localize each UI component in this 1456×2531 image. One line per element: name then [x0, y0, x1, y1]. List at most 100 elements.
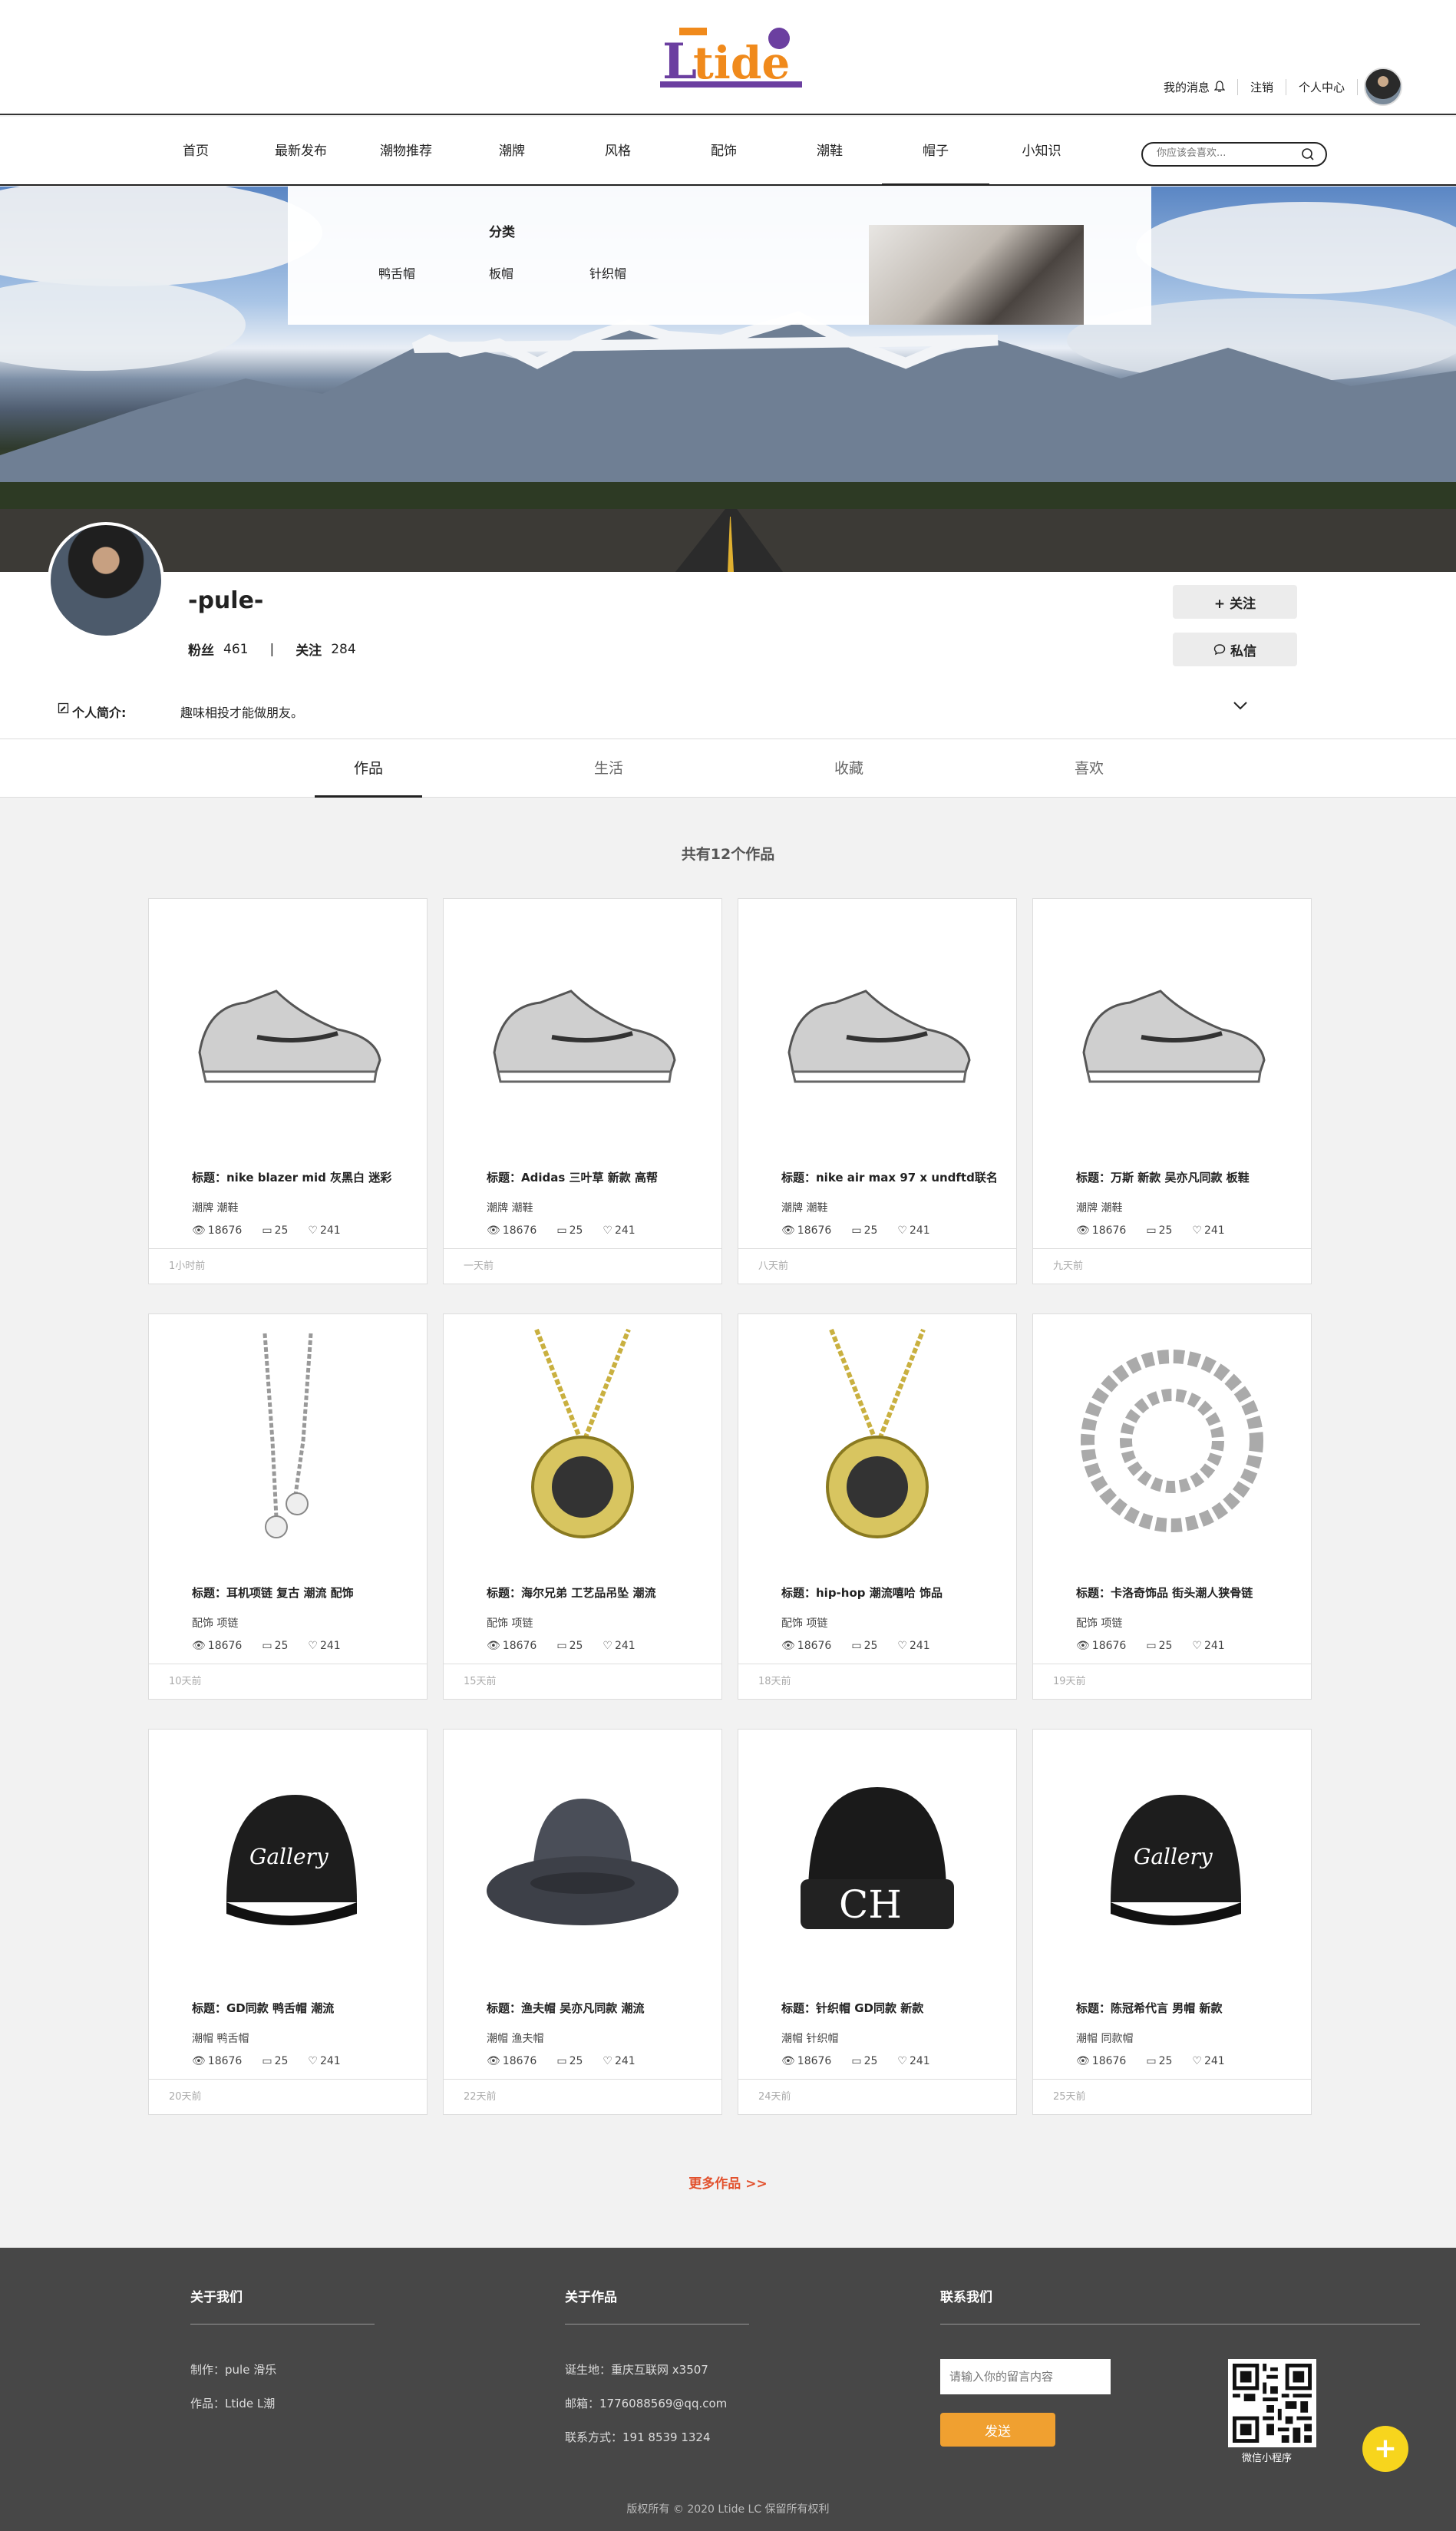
dropdown-item-beanie[interactable]: 针织帽: [589, 263, 626, 282]
card-title[interactable]: 标题：nike air max 97 x undftd联名: [781, 1169, 998, 1185]
likes-stat[interactable]: ♡ 241: [308, 1224, 340, 1237]
follow-count[interactable]: 284: [331, 642, 355, 657]
likes-stat[interactable]: ♡ 241: [1192, 2055, 1224, 2067]
logout-link[interactable]: 注销: [1238, 78, 1286, 95]
likes-stat[interactable]: ♡ 241: [308, 2055, 340, 2067]
likes-stat[interactable]: ♡ 241: [897, 1640, 929, 1652]
header-avatar[interactable]: [1364, 68, 1402, 106]
messages-link[interactable]: 我的消息: [1151, 78, 1238, 95]
work-card[interactable]: 标题：nike blazer mid 灰黑白 迷彩 潮牌 潮鞋 👁 18676 ▭ 25 ♡…: [148, 898, 428, 1284]
necklace-image[interactable]: [149, 1314, 427, 1568]
tab-likes[interactable]: 喜欢: [1035, 739, 1143, 798]
likes-stat[interactable]: ♡ 241: [1192, 1640, 1224, 1652]
beanie-image[interactable]: CH: [738, 1730, 1016, 1983]
card-title[interactable]: 标题：海尔兄弟 工艺品吊坠 潮流: [487, 1584, 655, 1601]
nav-item-home[interactable]: 首页: [142, 117, 249, 186]
nav-item-style[interactable]: 风格: [564, 117, 672, 186]
comments-stat[interactable]: ▭ 25: [851, 1640, 877, 1652]
card-title[interactable]: 标题：陈冠希代言 男帽 新款: [1076, 2000, 1222, 2016]
follow-button[interactable]: + 关注: [1173, 585, 1297, 619]
bucket-hat-image[interactable]: [444, 1730, 721, 1983]
nav-item-brands[interactable]: 潮牌: [458, 117, 566, 186]
comments-stat[interactable]: ▭ 25: [556, 2055, 583, 2067]
likes-stat[interactable]: ♡ 241: [897, 1224, 929, 1237]
send-button[interactable]: 发送: [940, 2413, 1055, 2447]
card-title[interactable]: 标题：耳机项链 复古 潮流 配饰: [192, 1584, 354, 1601]
dropdown-item-baseball-cap[interactable]: 鸭舌帽: [378, 263, 415, 282]
sneaker-image[interactable]: [149, 899, 427, 1152]
tab-favorites[interactable]: 收藏: [795, 739, 903, 798]
chain-image[interactable]: [1033, 1314, 1311, 1568]
fans-count[interactable]: 461: [223, 642, 248, 657]
work-card[interactable]: Gallery 标题：GD同款 鸭舌帽 潮流 潮帽 鸭舌帽 👁 18676 ▭ 25 ♡ 241…: [148, 1729, 428, 2115]
work-card[interactable]: 标题：万斯 新款 吴亦凡同款 板鞋 潮牌 潮鞋 👁 18676 ▭ 25 ♡ 241 九天前: [1032, 898, 1312, 1284]
work-card[interactable]: 标题：渔夫帽 吴亦凡同款 潮流 潮帽 渔夫帽 👁 18676 ▭ 25 ♡ 241 22天前: [443, 1729, 722, 2115]
hats-dropdown-menu: 分类 鸭舌帽 板帽 针织帽: [288, 187, 1151, 325]
nav-item-recommend[interactable]: 潮物推荐: [352, 117, 460, 186]
nav-item-shoes[interactable]: 潮鞋: [776, 117, 883, 186]
tab-works[interactable]: 作品: [315, 739, 422, 798]
likes-stat[interactable]: ♡ 241: [1192, 1224, 1224, 1237]
sneaker-image[interactable]: [738, 899, 1016, 1152]
comments-stat[interactable]: ▭ 25: [851, 2055, 877, 2067]
work-card[interactable]: CH 标题：针织帽 GD同款 新款 潮帽 针织帽 👁 18676 ▭ 25 ♡ 241 24天前: [738, 1729, 1017, 2115]
search-box[interactable]: [1141, 142, 1327, 167]
add-floating-button[interactable]: +: [1362, 2426, 1408, 2472]
comments-stat[interactable]: ▭ 25: [262, 2055, 288, 2067]
pendant-image[interactable]: [444, 1314, 721, 1568]
comments-stat[interactable]: ▭ 25: [1146, 2055, 1172, 2067]
card-title[interactable]: 标题：卡洛奇饰品 街头潮人狭骨链: [1076, 1584, 1253, 1601]
card-title[interactable]: 标题：万斯 新款 吴亦凡同款 板鞋: [1076, 1169, 1250, 1185]
nav-item-accessories[interactable]: 配饰: [670, 117, 778, 186]
comments-stat[interactable]: ▭ 25: [262, 1640, 288, 1652]
card-title[interactable]: 标题：渔夫帽 吴亦凡同款 潮流: [487, 2000, 644, 2016]
comments-stat[interactable]: ▭ 25: [851, 1224, 877, 1237]
work-card[interactable]: 标题：卡洛奇饰品 街头潮人狭骨链 配饰 项链 👁 18676 ▭ 25 ♡ 241 19天前: [1032, 1313, 1312, 1700]
footer-email[interactable]: 邮箱：1776088569@qq.com: [565, 2395, 727, 2411]
card-title[interactable]: 标题：Adidas 三叶草 新款 高帮: [487, 1169, 658, 1185]
eye-icon: 👁: [781, 1640, 795, 1652]
comments-stat[interactable]: ▭ 25: [262, 1224, 288, 1237]
comments-stat[interactable]: ▭ 25: [556, 1640, 583, 1652]
profile-avatar: [48, 522, 164, 639]
nav-item-latest[interactable]: 最新发布: [247, 117, 355, 186]
private-message-button[interactable]: 私信: [1173, 633, 1297, 666]
tab-life[interactable]: 生活: [555, 739, 662, 798]
search-input[interactable]: [1157, 147, 1295, 159]
cap-image[interactable]: Gallery: [1033, 1730, 1311, 1983]
pendant-image[interactable]: [738, 1314, 1016, 1568]
ltide-logo[interactable]: L tide: [656, 21, 810, 94]
comments-stat[interactable]: ▭ 25: [556, 1224, 583, 1237]
nav-item-tips[interactable]: 小知识: [988, 117, 1095, 186]
card-title[interactable]: 标题：针织帽 GD同款 新款: [781, 2000, 923, 2016]
work-card[interactable]: 标题：耳机项链 复古 潮流 配饰 配饰 项链 👁 18676 ▭ 25 ♡ 241 10天前: [148, 1313, 428, 1700]
work-card[interactable]: 标题：hip-hop 潮流嘻哈 饰品 配饰 项链 👁 18676 ▭ 25 ♡ 241 18天前: [738, 1313, 1017, 1700]
profile-link[interactable]: 个人中心: [1286, 78, 1358, 95]
message-input[interactable]: [940, 2359, 1111, 2394]
card-title[interactable]: 标题：hip-hop 潮流嘻哈 饰品: [781, 1584, 943, 1601]
more-works-link[interactable]: 更多作品 >>: [0, 2172, 1456, 2192]
cap-image[interactable]: Gallery: [149, 1730, 427, 1983]
chevron-down-icon[interactable]: [1232, 699, 1249, 712]
sneaker-image[interactable]: [1033, 899, 1311, 1152]
work-card[interactable]: 标题：nike air max 97 x undftd联名 潮牌 潮鞋 👁 18676…: [738, 898, 1017, 1284]
comments-stat[interactable]: ▭ 25: [1146, 1224, 1172, 1237]
likes-stat[interactable]: ♡ 241: [308, 1640, 340, 1652]
work-card[interactable]: 标题：Adidas 三叶草 新款 高帮 潮牌 潮鞋 👁 18676 ▭ 25 ♡ 241 一天前: [443, 898, 722, 1284]
likes-stat[interactable]: ♡ 241: [603, 2055, 635, 2067]
likes-count: 241: [1203, 1224, 1225, 1237]
work-card[interactable]: Gallery 标题：陈冠希代言 男帽 新款 潮帽 同款帽 👁 18676 ▭ 25 ♡ 241…: [1032, 1729, 1312, 2115]
sneaker-image[interactable]: [444, 899, 721, 1152]
likes-stat[interactable]: ♡ 241: [603, 1224, 635, 1237]
likes-stat[interactable]: ♡ 241: [897, 2055, 929, 2067]
card-title[interactable]: 标题：nike blazer mid 灰黑白 迷彩: [192, 1169, 391, 1185]
dropdown-item-flat-cap[interactable]: 板帽: [489, 263, 513, 282]
comments-stat[interactable]: ▭ 25: [1146, 1640, 1172, 1652]
work-card[interactable]: 标题：海尔兄弟 工艺品吊坠 潮流 配饰 项链 👁 18676 ▭ 25 ♡ 241 15天前: [443, 1313, 722, 1700]
card-title[interactable]: 标题：GD同款 鸭舌帽 潮流: [192, 2000, 334, 2016]
hats-promo-image[interactable]: [869, 225, 1084, 325]
nav-item-hats[interactable]: 帽子: [882, 117, 989, 186]
likes-stat[interactable]: ♡ 241: [603, 1640, 635, 1652]
views-count: 18676: [797, 1224, 832, 1237]
search-icon[interactable]: [1301, 147, 1315, 161]
